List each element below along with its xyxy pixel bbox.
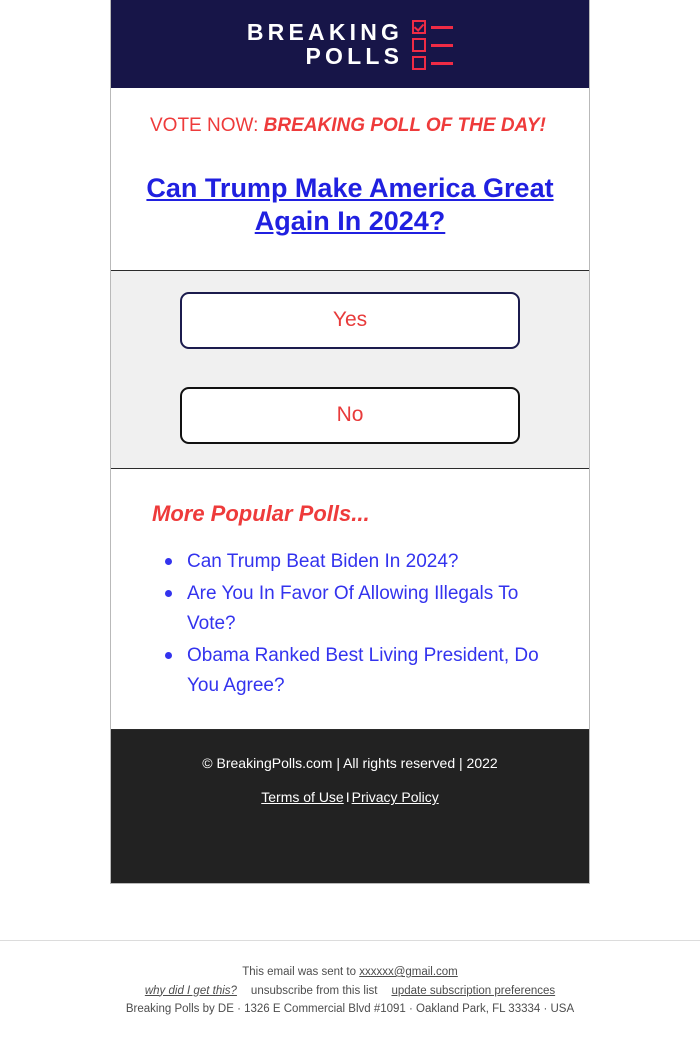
sender-postal-address: Breaking Polls by DE · 1326 E Commercial… <box>125 1003 575 1016</box>
more-polls-item[interactable]: Can Trump Beat Biden In 2024? <box>163 547 559 577</box>
subscription-links-line: why did I get this? unsubscribe from this… <box>0 982 700 1001</box>
ballot-row-3 <box>412 56 454 70</box>
recipient-email-link[interactable]: xxxxxx@gmail.com <box>359 966 458 978</box>
more-polls-item[interactable]: Are You In Favor Of Allowing Illegals To… <box>163 579 559 639</box>
ballot-row-1 <box>412 20 454 34</box>
footer-legal-links: Terms of Use I Privacy Policy <box>131 789 569 805</box>
poll-kicker-lead: VOTE NOW: <box>150 115 264 136</box>
more-polls-item-label: Are You In Favor Of Allowing Illegals To… <box>187 582 519 634</box>
poll-question-link[interactable]: Can Trump Make America Great Again In 20… <box>141 172 559 238</box>
poll-kicker: VOTE NOW: BREAKING POLL OF THE DAY! <box>150 114 559 138</box>
brand-logo-line-1: BREAKING <box>246 18 404 45</box>
sent-to-prefix: This email was sent to <box>242 966 360 978</box>
email-header-logo-bar: BREAKING POLLS <box>111 0 589 88</box>
more-polls-item[interactable]: Obama Ranked Best Living President, Do Y… <box>163 641 559 701</box>
checkbox-checked-icon <box>412 20 427 34</box>
brand-logo: BREAKING POLLS <box>246 18 454 70</box>
checkbox-empty-icon <box>412 38 427 52</box>
terms-of-use-link[interactable]: Terms of Use <box>261 789 343 805</box>
vote-yes-button[interactable]: Yes <box>180 291 520 349</box>
ballot-checklist-icon <box>412 18 454 70</box>
poll-intro-section: VOTE NOW: BREAKING POLL OF THE DAY! Can … <box>111 88 589 271</box>
bullet-icon <box>165 557 172 565</box>
vote-no-button[interactable]: No <box>180 386 520 444</box>
ballot-dash-icon <box>431 43 454 47</box>
unsubscribe-link[interactable]: unsubscribe from this list <box>251 985 378 997</box>
brand-logo-wordmark: BREAKING POLLS <box>246 18 404 69</box>
why-did-i-get-this-link[interactable]: why did I get this? <box>145 985 237 997</box>
email-card: BREAKING POLLS VOTE NOW: BREAKING POLL O… <box>110 0 590 885</box>
more-polls-item-label: Can Trump Beat Biden In 2024? <box>187 550 459 572</box>
more-polls-title: More Popular Polls... <box>152 500 370 526</box>
brand-logo-line-2: POLLS <box>305 43 404 69</box>
footer-link-separator: I <box>345 789 350 806</box>
sent-to-line: This email was sent to xxxxxx@gmail.com <box>0 963 700 982</box>
bullet-icon <box>165 651 172 659</box>
update-preferences-link[interactable]: update subscription preferences <box>391 985 555 997</box>
checkbox-empty-icon <box>412 56 427 70</box>
poll-kicker-emphasis: BREAKING POLL OF THE DAY! <box>263 115 546 136</box>
ballot-dash-icon <box>431 61 454 65</box>
bullet-icon <box>165 589 172 597</box>
email-client-footer: This email was sent to xxxxxx@gmail.com … <box>0 940 700 1019</box>
copyright-text: © BreakingPolls.com | All rights reserve… <box>202 754 498 771</box>
more-polls-list: Can Trump Beat Biden In 2024? Are You In… <box>141 547 559 701</box>
ballot-dash-icon <box>431 25 454 29</box>
ballot-row-2 <box>412 38 454 52</box>
vote-options-section: Yes No <box>111 270 589 469</box>
more-polls-section: More Popular Polls... Can Trump Beat Bid… <box>111 468 589 730</box>
more-polls-item-label: Obama Ranked Best Living President, Do Y… <box>187 644 539 696</box>
privacy-policy-link[interactable]: Privacy Policy <box>352 789 439 805</box>
email-card-footer: © BreakingPolls.com | All rights reserve… <box>111 729 589 884</box>
